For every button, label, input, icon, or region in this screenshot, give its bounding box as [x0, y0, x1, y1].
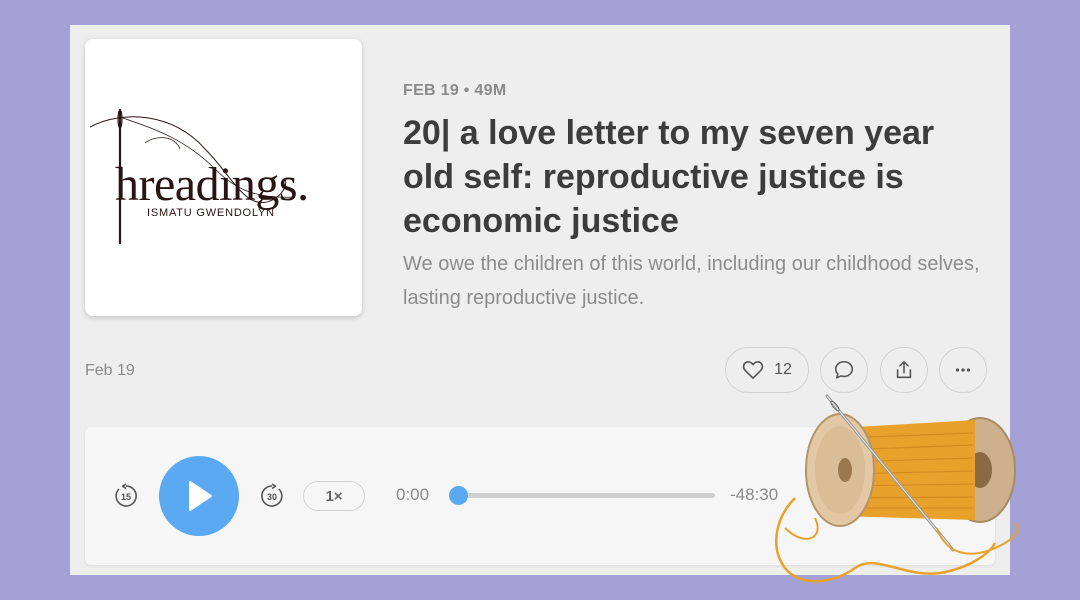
- play-icon: [189, 481, 212, 511]
- skip-back-label: 15: [121, 492, 131, 502]
- skip-back-icon[interactable]: 15: [113, 483, 139, 509]
- progress-track[interactable]: [449, 486, 715, 505]
- current-time: 0:00: [396, 485, 430, 504]
- episode-description: We owe the children of this world, inclu…: [403, 253, 980, 309]
- skip-forward-label: 30: [267, 492, 277, 502]
- podcast-cover[interactable]: hreadings. ISMATU GWENDOLYN: [85, 39, 362, 316]
- like-count: 12: [774, 361, 792, 378]
- cover-title: hreadings.: [115, 158, 309, 211]
- episode-meta: FEB 19 • 49M: [403, 82, 507, 99]
- skip-forward-icon[interactable]: 30: [259, 483, 285, 509]
- episode-title[interactable]: 20| a love letter to my seven year old s…: [403, 111, 993, 243]
- heart-icon: [742, 361, 764, 379]
- progress-thumb[interactable]: [449, 486, 468, 505]
- cover-subtitle: ISMATU GWENDOLYN: [147, 207, 275, 219]
- thread-spool-icon: [775, 394, 1019, 583]
- play-button[interactable]: [159, 456, 239, 536]
- post-date: Feb 19: [85, 362, 135, 379]
- playback-speed-button[interactable]: 1×: [303, 481, 365, 511]
